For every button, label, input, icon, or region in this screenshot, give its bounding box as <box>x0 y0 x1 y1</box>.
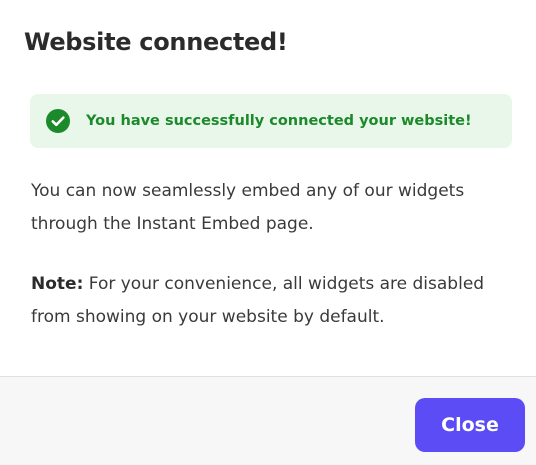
dialog-footer: Close <box>0 376 536 465</box>
success-alert: You have successfully connected your web… <box>30 94 512 148</box>
note-label: Note: <box>31 274 84 294</box>
note-body: For your convenience, all widgets are di… <box>31 274 485 327</box>
website-connected-dialog: Website connected! You have successfully… <box>0 0 536 465</box>
dialog-title: Website connected! <box>24 28 288 56</box>
embed-info-text: You can now seamlessly embed any of our … <box>31 181 465 234</box>
success-message: You have successfully connected your web… <box>86 113 472 129</box>
close-button[interactable]: Close <box>415 398 525 452</box>
check-circle-icon <box>46 109 70 133</box>
note-text: Note: For your convenience, all widgets … <box>31 268 511 334</box>
